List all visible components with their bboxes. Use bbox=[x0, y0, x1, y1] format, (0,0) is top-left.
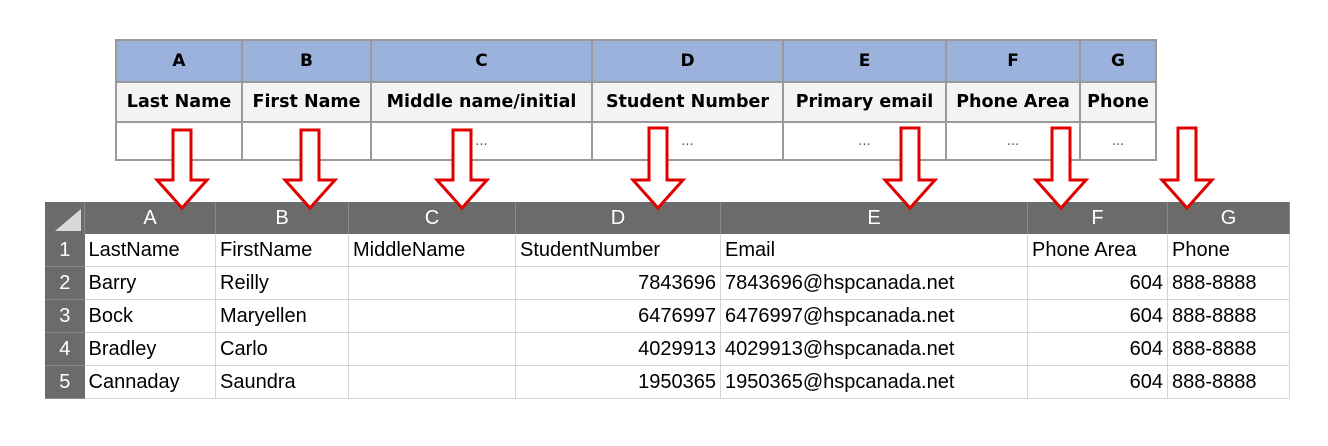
cell[interactable]: Bradley bbox=[84, 332, 216, 366]
cell[interactable]: 7843696@hspcanada.net bbox=[720, 266, 1028, 300]
cell[interactable]: 604 bbox=[1027, 365, 1168, 399]
table-row: 2 Barry Reilly 7843696 7843696@hspcanada… bbox=[45, 266, 1290, 300]
select-all-corner[interactable] bbox=[45, 202, 85, 234]
template-col-d: D bbox=[591, 39, 784, 83]
template-col-f: F bbox=[945, 39, 1081, 83]
column-header-f[interactable]: F bbox=[1027, 202, 1168, 234]
column-header-row: A B C D E F G bbox=[45, 202, 1290, 234]
template-header-phone: Phone bbox=[1079, 81, 1157, 123]
table-row: 5 Cannaday Saundra 1950365 1950365@hspca… bbox=[45, 365, 1290, 399]
template-col-a: A bbox=[115, 39, 243, 83]
cell[interactable]: Barry bbox=[84, 266, 216, 300]
cell[interactable]: Phone bbox=[1167, 234, 1290, 267]
template-header-student-number: Student Number bbox=[591, 81, 784, 123]
template-table: A B C D E F G Last Name First Name Middl… bbox=[115, 39, 1157, 161]
column-header-e[interactable]: E bbox=[720, 202, 1028, 234]
cell[interactable]: Email bbox=[720, 234, 1028, 267]
cell[interactable]: 7843696 bbox=[515, 266, 721, 300]
cell[interactable]: 888-8888 bbox=[1167, 332, 1290, 366]
cell[interactable]: 604 bbox=[1027, 299, 1168, 333]
cell[interactable]: 604 bbox=[1027, 332, 1168, 366]
cell[interactable]: 604 bbox=[1027, 266, 1168, 300]
table-row: 4 Bradley Carlo 4029913 4029913@hspcanad… bbox=[45, 332, 1290, 366]
template-col-g: G bbox=[1079, 39, 1157, 83]
column-header-c[interactable]: C bbox=[348, 202, 516, 234]
template-placeholder-cell: ... bbox=[115, 121, 243, 161]
cell[interactable]: Bock bbox=[84, 299, 216, 333]
cell[interactable]: Reilly bbox=[215, 266, 349, 300]
column-header-g[interactable]: G bbox=[1167, 202, 1290, 234]
template-placeholder-cell: ... bbox=[782, 121, 947, 161]
template-placeholder-row: ... ... ... ... ... ... ... bbox=[115, 121, 1157, 161]
cell[interactable]: StudentNumber bbox=[515, 234, 721, 267]
spreadsheet: A B C D E F G 1 LastName FirstName Middl… bbox=[45, 202, 1290, 399]
row-number[interactable]: 5 bbox=[45, 365, 85, 399]
template-placeholder-cell: ... bbox=[370, 121, 593, 161]
template-col-e: E bbox=[782, 39, 947, 83]
cell[interactable]: Maryellen bbox=[215, 299, 349, 333]
cell[interactable] bbox=[348, 266, 516, 300]
template-header-row: Last Name First Name Middle name/initial… bbox=[115, 81, 1157, 123]
template-col-c: C bbox=[370, 39, 593, 83]
table-row: 3 Bock Maryellen 6476997 6476997@hspcana… bbox=[45, 299, 1290, 333]
template-header-last-name: Last Name bbox=[115, 81, 243, 123]
cell[interactable] bbox=[348, 332, 516, 366]
row-number[interactable]: 2 bbox=[45, 266, 85, 300]
cell[interactable]: 888-8888 bbox=[1167, 266, 1290, 300]
cell[interactable]: Carlo bbox=[215, 332, 349, 366]
row-number[interactable]: 4 bbox=[45, 332, 85, 366]
cell[interactable]: 6476997@hspcanada.net bbox=[720, 299, 1028, 333]
template-placeholder-cell: ... bbox=[591, 121, 784, 161]
cell[interactable] bbox=[348, 299, 516, 333]
template-col-b: B bbox=[241, 39, 372, 83]
template-placeholder-cell: ... bbox=[1079, 121, 1157, 161]
cell[interactable]: 1950365 bbox=[515, 365, 721, 399]
column-header-b[interactable]: B bbox=[215, 202, 349, 234]
cell[interactable]: Cannaday bbox=[84, 365, 216, 399]
row-number[interactable]: 3 bbox=[45, 299, 85, 333]
template-placeholder-cell: ... bbox=[241, 121, 372, 161]
select-all-triangle-icon bbox=[55, 209, 81, 231]
cell[interactable] bbox=[348, 365, 516, 399]
cell[interactable]: LastName bbox=[84, 234, 216, 267]
cell[interactable]: Saundra bbox=[215, 365, 349, 399]
cell[interactable]: 6476997 bbox=[515, 299, 721, 333]
cell[interactable]: 4029913 bbox=[515, 332, 721, 366]
template-header-phone-area: Phone Area bbox=[945, 81, 1081, 123]
arrow-g-icon bbox=[1158, 126, 1216, 211]
row-number[interactable]: 1 bbox=[45, 234, 85, 267]
cell[interactable]: 4029913@hspcanada.net bbox=[720, 332, 1028, 366]
template-header-first-name: First Name bbox=[241, 81, 372, 123]
column-header-d[interactable]: D bbox=[515, 202, 721, 234]
cell[interactable]: 888-8888 bbox=[1167, 365, 1290, 399]
template-letter-row: A B C D E F G bbox=[115, 39, 1157, 83]
cell[interactable]: Phone Area bbox=[1027, 234, 1168, 267]
cell[interactable]: MiddleName bbox=[348, 234, 516, 267]
template-header-middle-name: Middle name/initial bbox=[370, 81, 593, 123]
cell[interactable]: 888-8888 bbox=[1167, 299, 1290, 333]
cell[interactable]: FirstName bbox=[215, 234, 349, 267]
column-header-a[interactable]: A bbox=[84, 202, 216, 234]
cell[interactable]: 1950365@hspcanada.net bbox=[720, 365, 1028, 399]
template-placeholder-cell: ... bbox=[945, 121, 1081, 161]
table-row: 1 LastName FirstName MiddleName StudentN… bbox=[45, 234, 1290, 267]
template-header-primary-email: Primary email bbox=[782, 81, 947, 123]
